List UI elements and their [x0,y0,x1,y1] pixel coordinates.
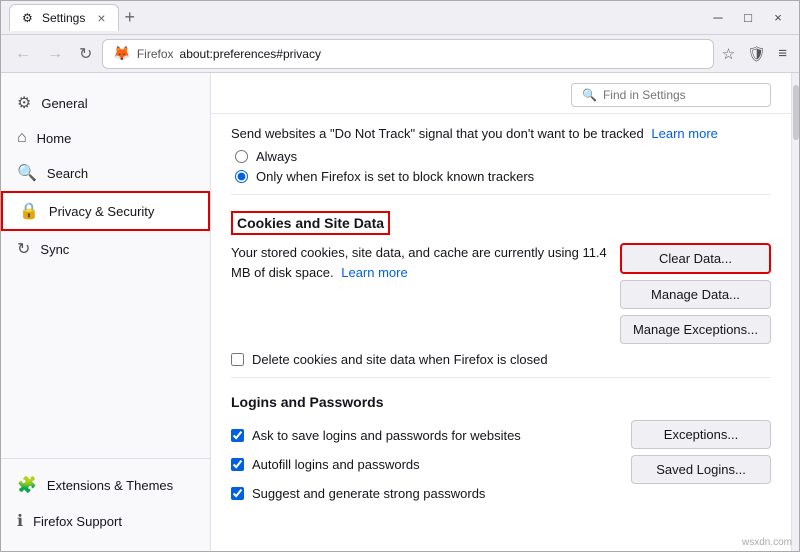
privacy-icon: 🔒 [19,201,39,221]
dnt-learn-more-link[interactable]: Learn more [651,126,717,141]
menu-button[interactable]: ≡ [774,41,791,66]
manage-data-button[interactable]: Manage Data... [620,280,771,309]
bookmark-button[interactable]: ☆ [718,41,739,67]
dnt-always-label: Always [256,149,297,164]
logins-row: Ask to save logins and passwords for web… [231,420,771,501]
find-input-wrapper[interactable]: 🔍 [571,83,771,107]
sidebar-label-extensions: Extensions & Themes [47,478,173,493]
save-logins-checkbox[interactable] [231,429,244,442]
sidebar-label-sync: Sync [40,242,69,257]
sidebar-item-search[interactable]: 🔍 Search [1,155,210,191]
logins-section: Logins and Passwords Ask to save logins … [231,378,771,511]
forward-button[interactable]: → [41,41,69,67]
sidebar-item-extensions[interactable]: 🧩 Extensions & Themes [1,467,210,503]
support-icon: ℹ [17,511,23,531]
sidebar-item-privacy[interactable]: 🔒 Privacy & Security [1,191,210,231]
tab-close-button[interactable]: × [97,10,105,26]
delete-on-close-label: Delete cookies and site data when Firefo… [252,352,548,367]
dnt-section: Send websites a "Do Not Track" signal th… [231,114,771,195]
settings-sections: Send websites a "Do Not Track" signal th… [211,114,791,531]
titlebar: ⚙ Settings × + ─ □ × [1,1,799,35]
delete-on-close-row[interactable]: Delete cookies and site data when Firefo… [231,352,771,367]
dnt-always-radio[interactable] [235,150,248,163]
suggest-passwords-label: Suggest and generate strong passwords [252,486,485,501]
firefox-label: Firefox [137,47,174,61]
autofill-checkbox[interactable] [231,458,244,471]
dnt-blocking-label: Only when Firefox is set to block known … [256,169,534,184]
search-nav-icon: 🔍 [17,163,37,183]
suggest-passwords-row[interactable]: Suggest and generate strong passwords [231,486,621,501]
settings-tab[interactable]: ⚙ Settings × [9,4,119,31]
cookies-buttons: Clear Data... Manage Data... Manage Exce… [620,243,771,344]
minimize-button[interactable]: ─ [705,9,731,27]
dnt-description: Send websites a "Do Not Track" signal th… [231,126,771,141]
cookies-section: Cookies and Site Data Your stored cookie… [231,195,771,378]
toolbar-right: ☆ 🛡 ≡ [718,41,791,67]
sidebar-label-home: Home [37,131,72,146]
cookies-row: Your stored cookies, site data, and cach… [231,243,771,344]
browser-window: ⚙ Settings × + ─ □ × ← → ↻ 🦊 Firefox abo… [0,0,800,552]
sidebar-label-privacy: Privacy & Security [49,204,154,219]
save-logins-label: Ask to save logins and passwords for web… [252,428,521,443]
sidebar: ⚙ General ⌂ Home 🔍 Search 🔒 Privacy & Se… [1,73,211,551]
sidebar-item-support[interactable]: ℹ Firefox Support [1,503,210,539]
toolbar: ← → ↻ 🦊 Firefox about:preferences#privac… [1,35,799,73]
dnt-when-blocking-option[interactable]: Only when Firefox is set to block known … [235,169,771,184]
logins-exceptions-button[interactable]: Exceptions... [631,420,771,449]
home-icon: ⌂ [17,129,27,147]
logins-buttons: Exceptions... Saved Logins... [631,420,771,484]
sidebar-item-sync[interactable]: ↻ Sync [1,231,210,267]
find-icon: 🔍 [582,88,597,102]
watermark: wsxdn.com [742,537,792,548]
autofill-row[interactable]: Autofill logins and passwords [231,457,621,472]
address-text: about:preferences#privacy [180,47,703,61]
dnt-blocking-radio[interactable] [235,170,248,183]
window-controls: ─ □ × [705,9,791,27]
sidebar-bottom: 🧩 Extensions & Themes ℹ Firefox Support [1,458,210,539]
settings-content: 🔍 Send websites a "Do Not Track" signal … [211,73,791,551]
autofill-label: Autofill logins and passwords [252,457,420,472]
logins-title: Logins and Passwords [231,394,771,410]
clear-data-button[interactable]: Clear Data... [620,243,771,274]
scrollbar-thumb[interactable] [793,85,799,140]
saved-logins-button[interactable]: Saved Logins... [631,455,771,484]
find-in-settings-input[interactable] [603,88,760,102]
logins-options: Ask to save logins and passwords for web… [231,420,621,501]
sidebar-label-search: Search [47,166,88,181]
dnt-always-option[interactable]: Always [235,149,771,164]
sidebar-item-general[interactable]: ⚙ General [1,85,210,121]
manage-exceptions-button[interactable]: Manage Exceptions... [620,315,771,344]
firefox-icon: 🦊 [113,45,130,62]
scrollbar-track[interactable] [791,73,799,551]
settings-tab-title: Settings [42,11,85,25]
dnt-radio-group: Always Only when Firefox is set to block… [231,149,771,184]
delete-on-close-checkbox[interactable] [231,353,244,366]
sidebar-label-general: General [41,96,87,111]
close-button[interactable]: × [765,9,791,27]
settings-tab-icon: ⚙ [22,11,36,25]
find-bar: 🔍 [211,73,791,114]
refresh-button[interactable]: ↻ [73,40,98,68]
sidebar-item-home[interactable]: ⌂ Home [1,121,210,155]
save-logins-row[interactable]: Ask to save logins and passwords for web… [231,428,621,443]
cookies-desc: Your stored cookies, site data, and cach… [231,243,610,282]
shield-button[interactable]: 🛡 [743,41,770,67]
general-icon: ⚙ [17,93,31,113]
cookies-learn-more-link[interactable]: Learn more [341,265,407,280]
main-layout: ⚙ General ⌂ Home 🔍 Search 🔒 Privacy & Se… [1,73,799,551]
sidebar-label-support: Firefox Support [33,514,122,529]
sync-icon: ↻ [17,239,30,259]
maximize-button[interactable]: □ [735,9,761,27]
back-button[interactable]: ← [9,41,37,67]
new-tab-button[interactable]: + [125,7,136,28]
address-bar[interactable]: 🦊 Firefox about:preferences#privacy [102,39,713,69]
suggest-passwords-checkbox[interactable] [231,487,244,500]
cookies-section-title: Cookies and Site Data [231,211,390,235]
extensions-icon: 🧩 [17,475,37,495]
